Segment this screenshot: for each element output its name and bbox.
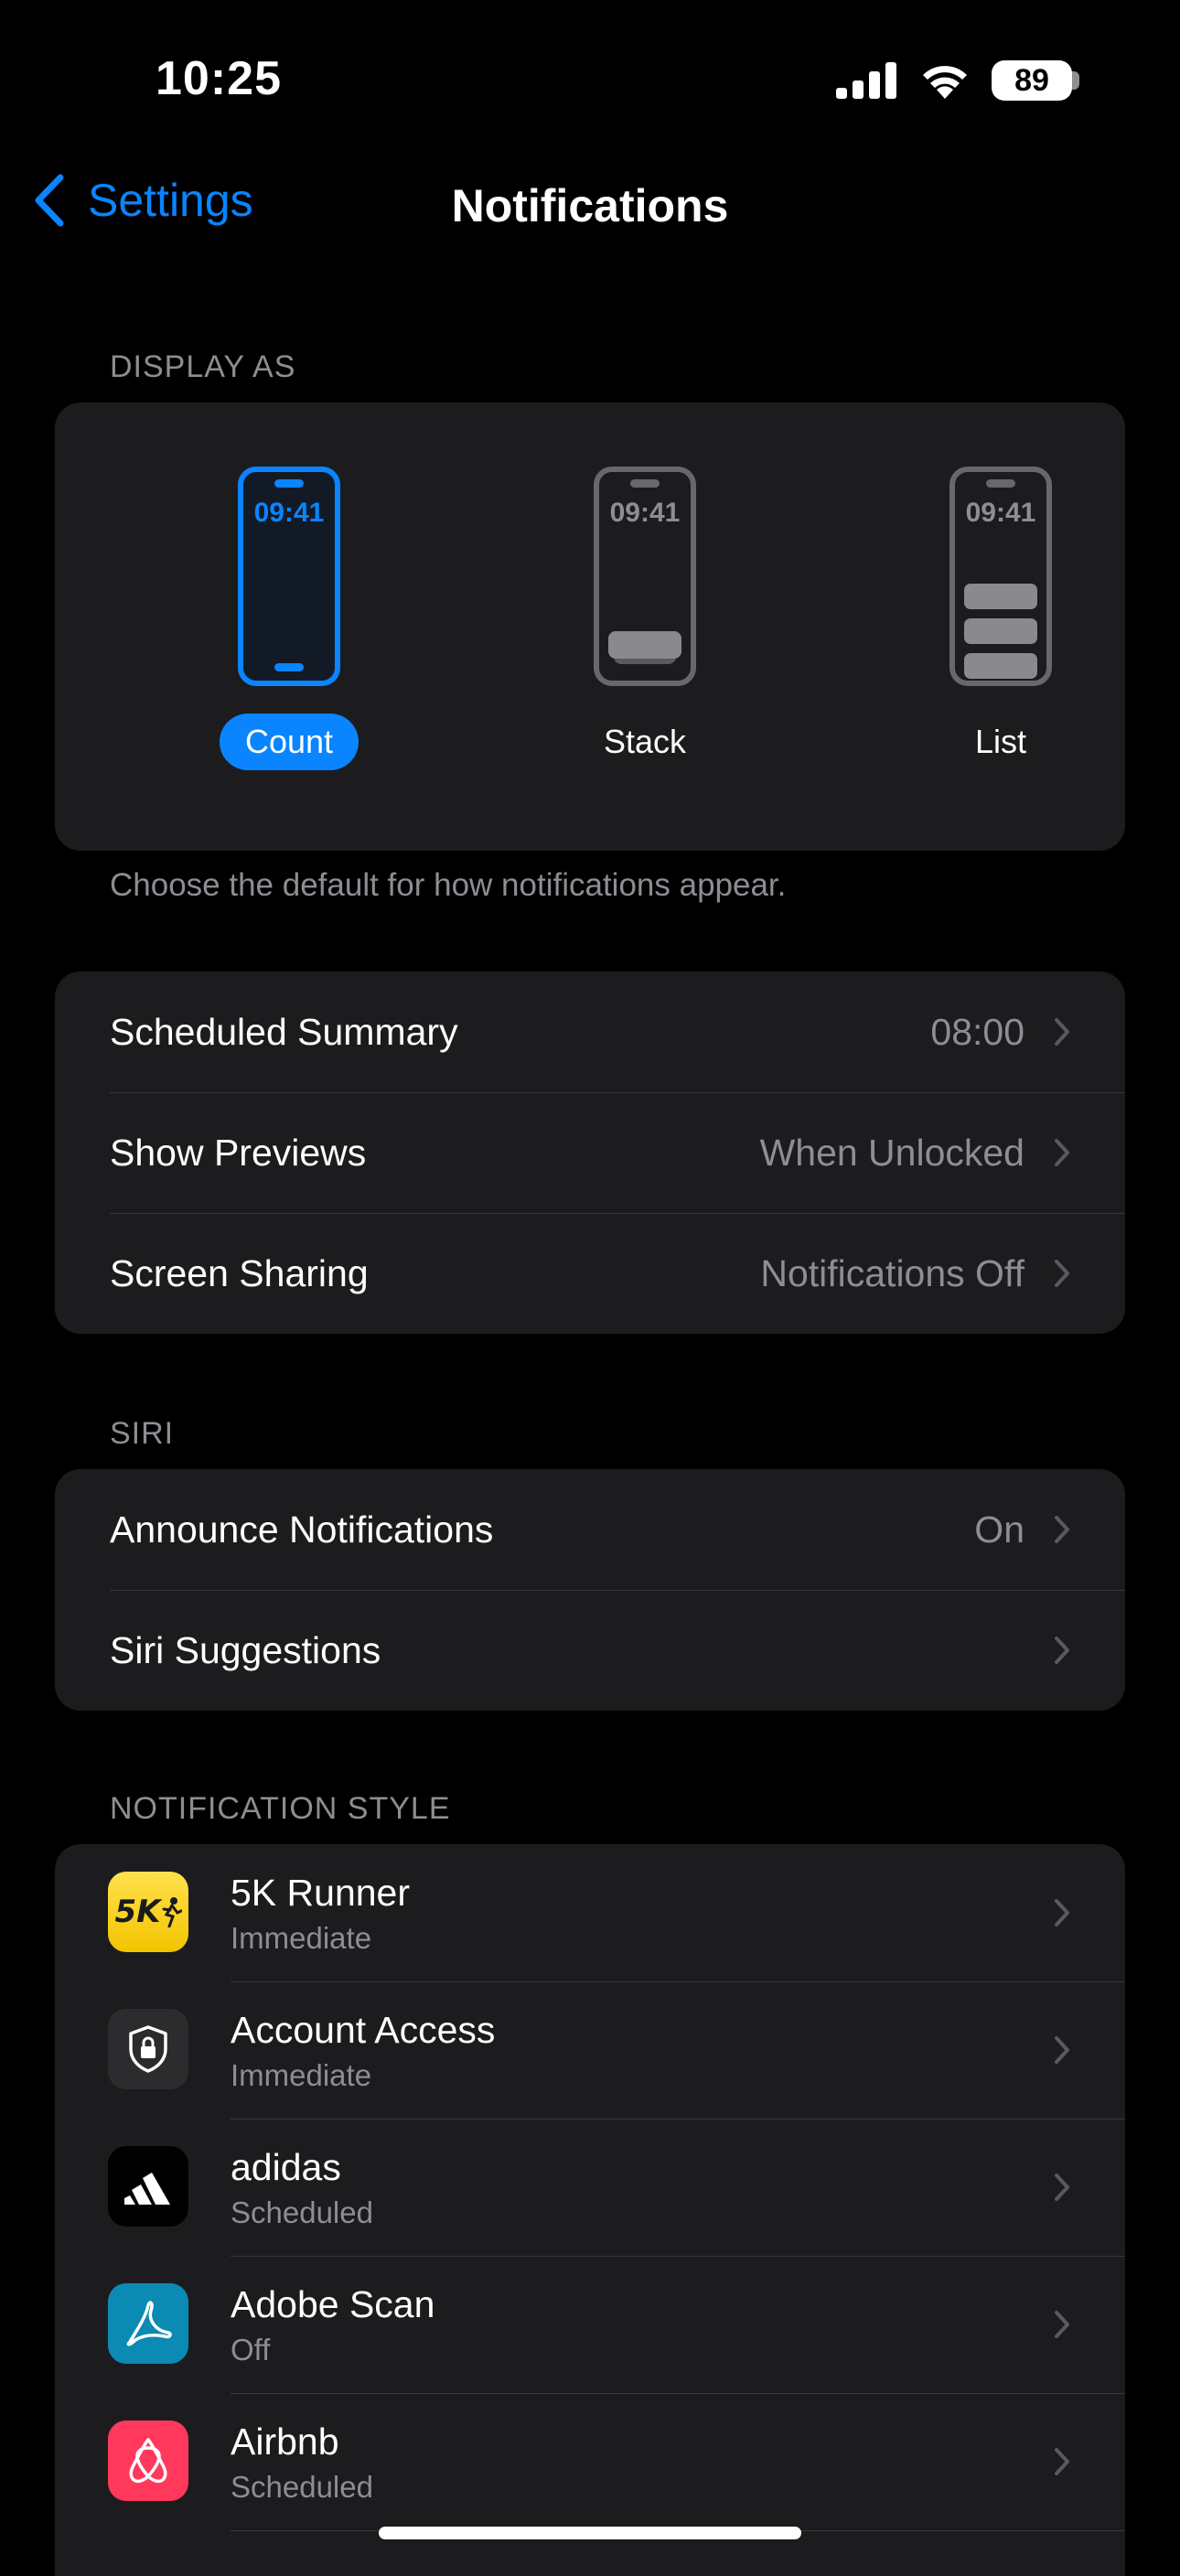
row-label: Siri Suggestions <box>110 1628 381 1671</box>
section-header-siri: SIRI <box>110 1416 175 1451</box>
app-name: Adobe Scan <box>231 2283 435 2325</box>
app-name: Account Access <box>231 2009 496 2051</box>
app-row-adobe-scan[interactable]: Adobe Scan Off <box>55 2256 1125 2393</box>
5k-runner-icon-text: 5K <box>114 1894 161 1930</box>
app-row-airbnb[interactable]: Airbnb Scheduled <box>55 2393 1125 2530</box>
display-option-stack[interactable]: 09:41 Stack <box>535 467 755 770</box>
chevron-right-icon <box>1055 1516 1069 1543</box>
siri-suggestions-row[interactable]: Siri Suggestions <box>55 1590 1125 1711</box>
chevron-right-icon <box>1055 2174 1069 2201</box>
display-as-group: 09:41 Count 09:41 Stack 09:41 List <box>55 402 1125 851</box>
chevron-right-icon <box>1055 1899 1069 1927</box>
adobe-scan-icon <box>108 2283 188 2364</box>
display-option-label: List <box>974 723 1027 760</box>
app-status: Scheduled <box>231 2195 373 2229</box>
home-indicator[interactable] <box>379 2527 801 2539</box>
screen-sharing-row[interactable]: Screen Sharing Notifications Off <box>55 1213 1125 1334</box>
chevron-right-icon <box>1055 2448 1069 2475</box>
notification-settings-group: Scheduled Summary 08:00 Show Previews Wh… <box>55 971 1125 1334</box>
5k-runner-icon: 5K <box>108 1872 188 1952</box>
app-row-account-access[interactable]: Account Access Immediate <box>55 1981 1125 2119</box>
display-option-label: Count <box>219 714 359 770</box>
app-name: Airbnb <box>231 2420 339 2463</box>
phone-preview: 09:41 <box>238 467 340 686</box>
row-label: Scheduled Summary <box>110 1010 458 1053</box>
app-status: Immediate <box>231 2058 372 2092</box>
section-header-display-as: DISPLAY AS <box>110 349 296 384</box>
siri-group: Announce Notifications On Siri Suggestio… <box>55 1469 1125 1711</box>
phone-preview: 09:41 <box>594 467 696 686</box>
wifi-icon <box>923 66 967 99</box>
app-status: Scheduled <box>231 2470 373 2504</box>
chevron-right-icon <box>1055 1637 1069 1664</box>
scheduled-summary-row[interactable]: Scheduled Summary 08:00 <box>55 971 1125 1092</box>
airbnb-icon <box>108 2420 188 2501</box>
announce-notifications-row[interactable]: Announce Notifications On <box>55 1469 1125 1590</box>
row-label: Screen Sharing <box>110 1251 369 1294</box>
row-value: On <box>974 1508 1024 1551</box>
page-title: Notifications <box>451 180 729 231</box>
show-previews-row[interactable]: Show Previews When Unlocked <box>55 1092 1125 1213</box>
preview-clock: 09:41 <box>609 498 681 528</box>
status-time: 10:25 <box>156 52 282 105</box>
app-list-group: 5K 5K Runner Immediate Account Access Im… <box>55 1844 1125 2576</box>
display-option-count[interactable]: 09:41 Count <box>179 467 399 770</box>
chevron-right-icon <box>1055 1260 1069 1287</box>
adidas-icon <box>108 2146 188 2227</box>
preview-clock: 09:41 <box>253 498 325 528</box>
app-status: Off <box>231 2333 271 2367</box>
display-as-footer: Choose the default for how notifications… <box>110 867 787 903</box>
phone-preview: 09:41 <box>949 467 1052 686</box>
app-row-5k-runner[interactable]: 5K 5K Runner Immediate <box>55 1844 1125 1981</box>
app-name: 5K Runner <box>231 1872 411 1914</box>
app-name: adidas <box>231 2146 341 2188</box>
preview-clock: 09:41 <box>965 498 1036 528</box>
display-option-label: Stack <box>603 723 687 760</box>
app-status: Immediate <box>231 1921 372 1955</box>
row-value: Notifications Off <box>760 1251 1024 1294</box>
battery-cap <box>1072 71 1079 90</box>
account-access-icon <box>108 2009 188 2089</box>
chevron-right-icon <box>1055 1139 1069 1166</box>
chevron-right-icon <box>1055 2311 1069 2338</box>
row-label: Show Previews <box>110 1131 367 1174</box>
row-value: 08:00 <box>930 1010 1024 1053</box>
row-label: Announce Notifications <box>110 1508 494 1551</box>
chevron-right-icon <box>1055 2036 1069 2064</box>
battery-indicator: 89 <box>992 60 1072 101</box>
chevron-right-icon <box>1055 1018 1069 1046</box>
section-header-notification-style: NOTIFICATION STYLE <box>110 1791 451 1826</box>
cellular-signal-icon <box>836 62 896 99</box>
battery-level: 89 <box>1014 62 1049 98</box>
app-row-adidas[interactable]: adidas Scheduled <box>55 2119 1125 2256</box>
row-value: When Unlocked <box>759 1131 1024 1174</box>
display-option-list[interactable]: 09:41 List <box>891 467 1110 770</box>
